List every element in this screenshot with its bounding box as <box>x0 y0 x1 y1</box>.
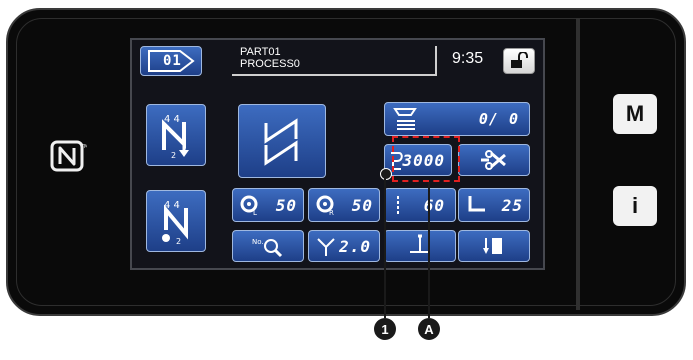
pitch-button[interactable]: 2.0 <box>308 230 380 262</box>
callout-line-a <box>428 182 430 318</box>
svg-text:TM: TM <box>80 144 87 150</box>
pitch-icon <box>317 238 335 256</box>
svg-text:L: L <box>253 209 257 216</box>
tension-right-value: 50 <box>351 195 373 215</box>
stitch-length-value: 60 <box>423 195 445 215</box>
sewing-end-icon: 4 4 2 <box>162 200 188 246</box>
lcd-screen: 01 PART01 PROCESS0 9:35 4 4 2 4 4 2 0/ 0… <box>130 38 545 270</box>
svg-text:R: R <box>329 209 334 216</box>
svg-text:No.: No. <box>252 238 264 246</box>
tension-right-icon: R <box>316 195 334 216</box>
needle-position-button[interactable] <box>384 230 456 262</box>
process-label: PROCESS0 <box>240 58 300 70</box>
counter-value: 0/ 0 <box>478 110 519 128</box>
presser-foot-icon <box>468 196 485 212</box>
counter-icon <box>393 108 417 130</box>
clock-time: 9:35 <box>452 50 484 67</box>
needle-down-button[interactable] <box>458 230 530 262</box>
callout-marker-1: 1 <box>374 318 396 340</box>
svg-text:2: 2 <box>171 151 176 160</box>
svg-text:2: 2 <box>176 237 181 246</box>
callout-marker-a: A <box>418 318 440 340</box>
process-name: PART01 PROCESS0 <box>240 46 300 70</box>
panel-divider <box>576 18 580 310</box>
presser-foot-button[interactable]: 25 <box>458 188 530 222</box>
counter-button[interactable]: 0/ 0 <box>384 102 530 136</box>
pitch-value: 2.0 <box>339 236 371 256</box>
tension-left-value: 50 <box>275 195 297 215</box>
svg-text:4 4: 4 4 <box>164 114 180 125</box>
tension-left-button[interactable]: L 50 <box>232 188 304 222</box>
sewing-end-button[interactable]: 4 4 2 <box>146 190 206 252</box>
needle-down-icon <box>483 238 502 254</box>
search-icon: No. <box>252 238 283 258</box>
stitch-count-highlight <box>392 136 460 182</box>
pattern-number-button[interactable]: 01 <box>140 46 202 76</box>
thread-trim-icon <box>481 150 506 170</box>
pattern-search-button[interactable]: No. <box>232 230 304 262</box>
callout-line-1 <box>384 176 386 318</box>
thread-trim-button[interactable] <box>458 144 530 176</box>
zigzag-button[interactable] <box>238 104 326 178</box>
sewing-start-icon: 4 4 2 <box>162 114 189 160</box>
info-button[interactable]: i <box>613 186 657 226</box>
stitch-length-icon <box>397 196 399 216</box>
zigzag-icon <box>264 118 298 166</box>
presser-foot-value: 25 <box>501 195 523 215</box>
tension-right-button[interactable]: R 50 <box>308 188 380 222</box>
part-label: PART01 <box>240 46 281 58</box>
unlock-icon <box>511 52 528 68</box>
tension-left-icon: L <box>240 195 258 216</box>
pattern-number-value: 01 <box>163 53 182 69</box>
stitch-length-button[interactable]: 60 <box>384 188 456 222</box>
lock-button[interactable] <box>503 48 535 74</box>
callout-dot-1 <box>380 168 392 180</box>
nfc-icon: TM <box>48 140 88 172</box>
menu-button[interactable]: M <box>613 94 657 134</box>
sewing-start-button[interactable]: 4 4 2 <box>146 104 206 166</box>
